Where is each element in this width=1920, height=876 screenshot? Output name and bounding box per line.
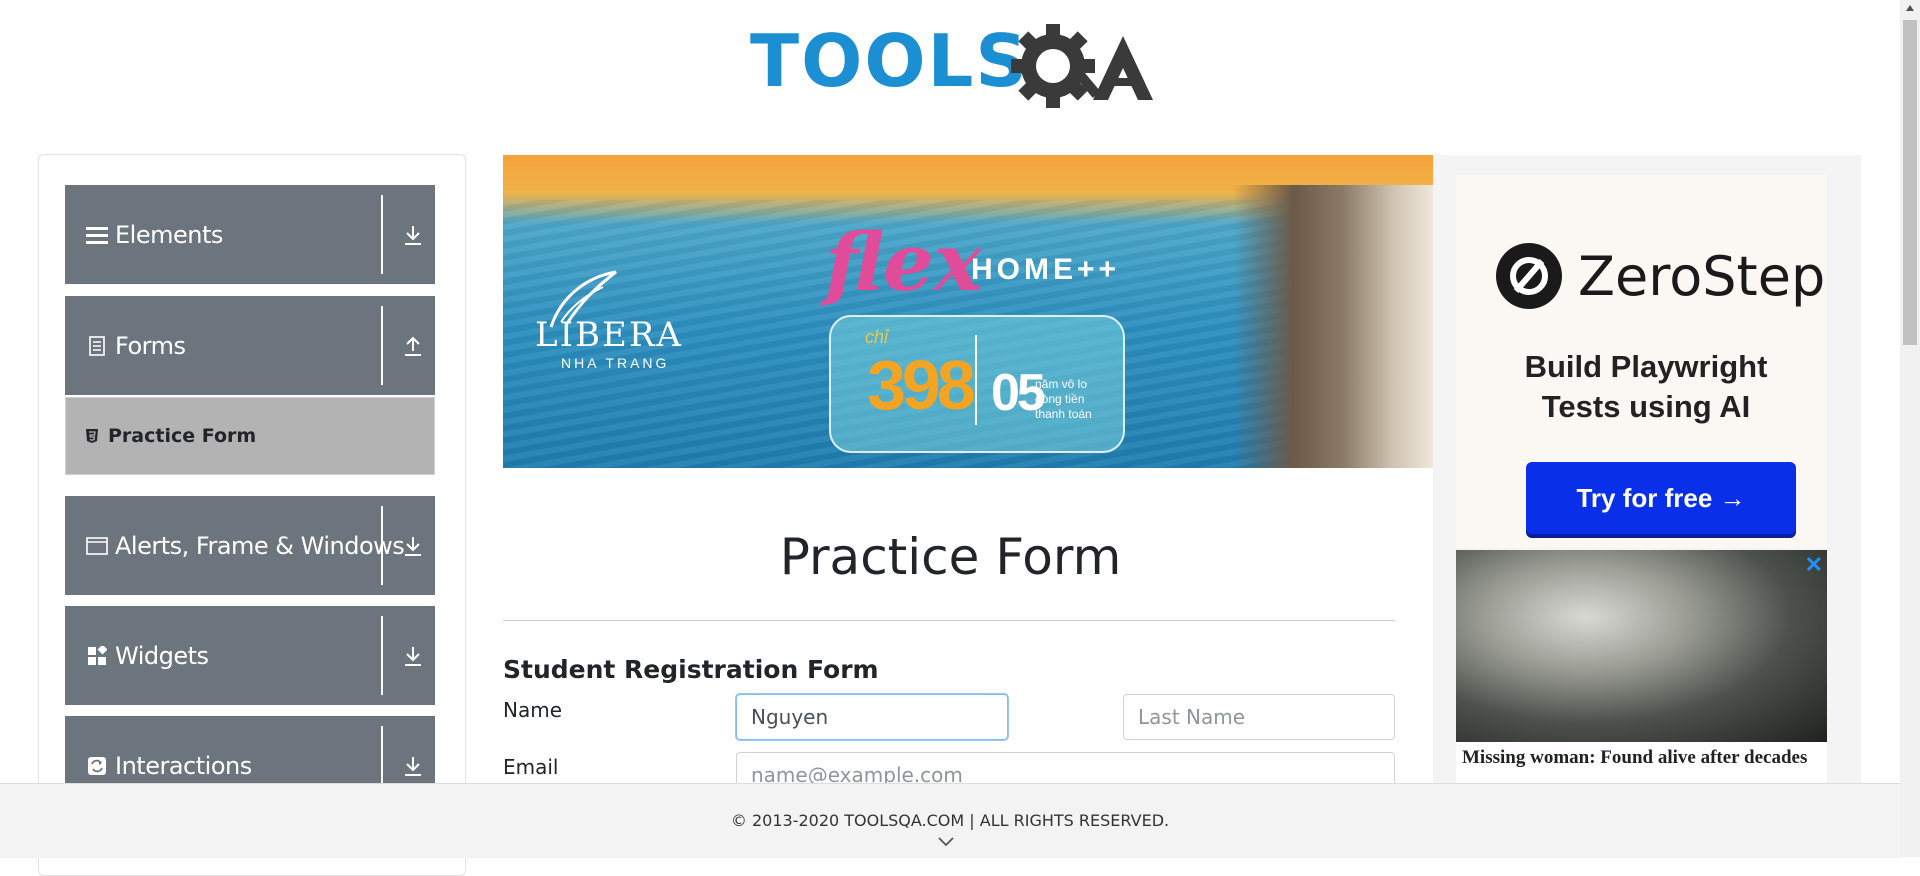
banner-product: flex bbox=[825, 215, 982, 309]
sidebar-item-practice-form[interactable]: Practice Form bbox=[65, 397, 435, 475]
download-arrow-icon[interactable] bbox=[391, 496, 435, 595]
banner-product-suffix: HOME++ bbox=[971, 253, 1121, 286]
divider bbox=[381, 506, 383, 585]
sidebar-group-label: Elements bbox=[115, 220, 223, 249]
scroll-up-icon[interactable] bbox=[1906, 5, 1914, 11]
news-ad[interactable]: ✕ Missing woman: Found alive after decad… bbox=[1456, 550, 1827, 800]
sidebar-group-label: Alerts, Frame & Windows bbox=[115, 531, 405, 560]
svg-text:TOOLS: TOOLS bbox=[750, 19, 1029, 103]
try-for-free-button[interactable]: Try for free → bbox=[1526, 462, 1796, 534]
name-label: Name bbox=[503, 698, 563, 722]
sidebar-group-label: Forms bbox=[115, 331, 186, 360]
email-label: Email bbox=[503, 755, 559, 779]
divider bbox=[381, 616, 383, 695]
divider bbox=[503, 620, 1395, 621]
sidebar-group-label: Interactions bbox=[115, 751, 252, 780]
banner-years-text: năm vô lo dòng tiền thanh toán bbox=[1035, 377, 1092, 421]
last-name-input[interactable] bbox=[1123, 694, 1395, 740]
page-title: Practice Form bbox=[779, 528, 1122, 586]
banner-ad[interactable]: LIBERA NHA TRANG flex HOME++ chỉ 398 05 … bbox=[503, 155, 1433, 468]
zerostep-tagline: Build Playwright Tests using AI bbox=[1524, 349, 1768, 424]
hamburger-icon bbox=[85, 223, 109, 247]
sidebar-group-alerts[interactable]: Alerts, Frame & Windows bbox=[65, 496, 435, 597]
sidebar-item-label: Practice Form bbox=[108, 425, 257, 447]
window-icon bbox=[85, 534, 109, 558]
close-ad-icon[interactable]: ✕ bbox=[1805, 552, 1823, 578]
sidebar-group-label: Widgets bbox=[115, 641, 209, 670]
news-photo bbox=[1456, 550, 1827, 742]
download-arrow-icon[interactable] bbox=[391, 606, 435, 705]
download-arrow-icon[interactable] bbox=[391, 185, 435, 284]
widgets-icon bbox=[85, 644, 109, 668]
first-name-input[interactable] bbox=[736, 694, 1008, 740]
form-title: Student Registration Form bbox=[503, 655, 879, 684]
zerostep-brand: ZeroStep bbox=[1578, 245, 1826, 308]
copyright-text: © 2013-2020 TOOLSQA.COM | ALL RIGHTS RES… bbox=[730, 811, 1170, 830]
news-caption[interactable]: Missing woman: Found alive after decades bbox=[1462, 746, 1822, 770]
chevron-down-icon[interactable] bbox=[937, 836, 955, 848]
zerostep-ad-card[interactable]: ZeroStep Build Playwright Tests using AI… bbox=[1456, 175, 1827, 548]
page-scrollbar[interactable] bbox=[1900, 0, 1920, 857]
right-ad: ZeroStep Build Playwright Tests using AI… bbox=[1433, 155, 1861, 800]
divider bbox=[381, 306, 383, 385]
banner-building-image bbox=[1233, 185, 1433, 468]
interactions-icon bbox=[85, 754, 109, 778]
toolsqa-logo[interactable]: TOOLS bbox=[748, 18, 1153, 118]
banner-brand-sub: NHA TRANG bbox=[561, 355, 670, 371]
banner-brand: LIBERA bbox=[535, 315, 683, 355]
left-sidebar: Elements Forms Practice Form Alerts, Fra… bbox=[38, 154, 466, 876]
zerostep-logo-icon bbox=[1496, 243, 1562, 309]
scrollbar-thumb[interactable] bbox=[1903, 20, 1917, 345]
divider bbox=[381, 195, 383, 274]
html5-icon bbox=[84, 428, 100, 444]
banner-price: 398 bbox=[867, 346, 976, 424]
sidebar-group-forms[interactable]: Forms bbox=[65, 296, 435, 397]
banner-divider bbox=[975, 335, 977, 425]
document-icon bbox=[85, 334, 109, 358]
upload-arrow-icon[interactable] bbox=[391, 296, 435, 395]
sidebar-group-widgets[interactable]: Widgets bbox=[65, 606, 435, 707]
sidebar-group-elements[interactable]: Elements bbox=[65, 185, 435, 286]
footer: © 2013-2020 TOOLSQA.COM | ALL RIGHTS RES… bbox=[0, 783, 1900, 858]
